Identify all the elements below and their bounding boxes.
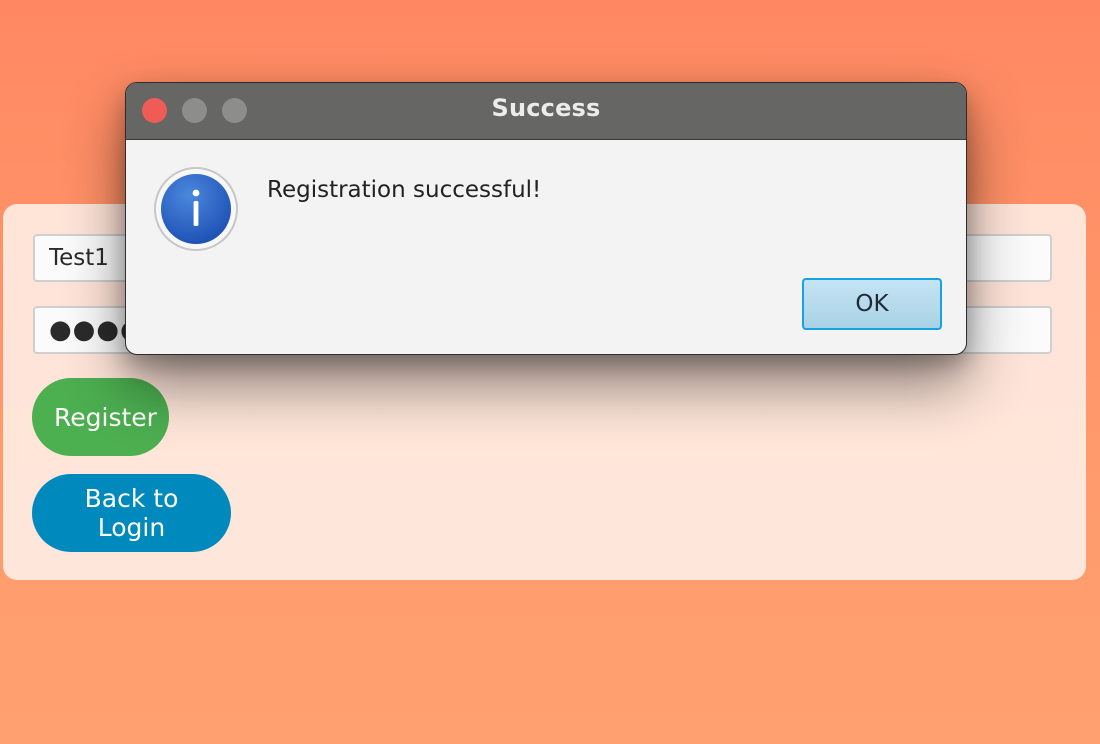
- back-to-login-button[interactable]: Back to Login: [32, 474, 231, 552]
- ok-button[interactable]: OK: [802, 278, 942, 330]
- success-dialog: Success Registration successful! OK: [125, 82, 967, 355]
- register-button[interactable]: Register: [32, 378, 169, 456]
- dialog-titlebar: Success: [126, 83, 966, 140]
- info-icon: [154, 167, 238, 251]
- dialog-title: Success: [491, 94, 601, 122]
- dialog-message: Registration successful!: [267, 177, 542, 203]
